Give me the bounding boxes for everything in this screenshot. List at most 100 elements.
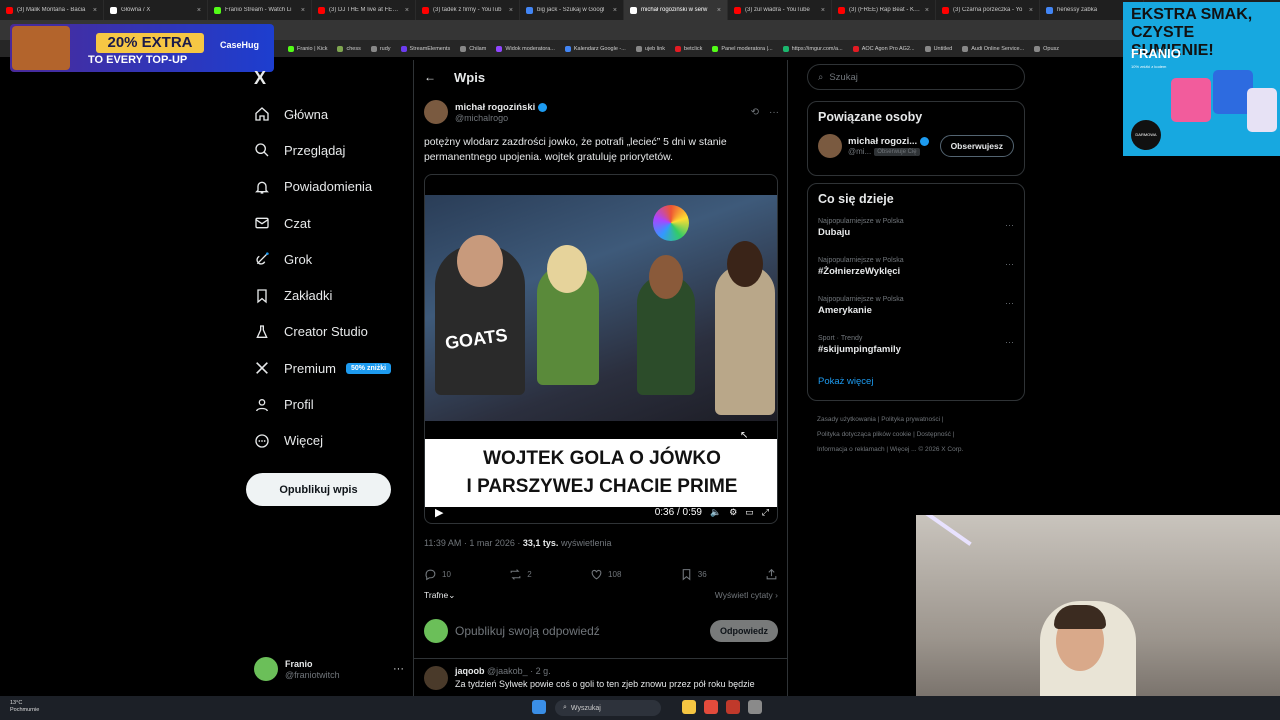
bookmark-item[interactable]: Untitled xyxy=(924,45,952,52)
account-switcher[interactable]: Franio @franiotwitch ··· xyxy=(254,654,404,684)
nav-item-profile[interactable]: Profil xyxy=(246,386,406,422)
bookmark-item[interactable]: Audi Online Service... xyxy=(962,45,1024,52)
more-options-icon[interactable]: ··· xyxy=(769,107,779,118)
browser-tab[interactable]: Franio Stream - Watch Li × xyxy=(208,0,312,20)
back-arrow-icon[interactable]: ← xyxy=(424,70,436,84)
trend-item[interactable]: Najpopularniejsze w Polska #ŻołnierzeWyk… xyxy=(808,253,1024,292)
close-tab-icon[interactable]: × xyxy=(405,7,409,14)
browser-tab[interactable]: big jack - Szukaj w Googl × xyxy=(520,0,624,20)
volume-icon[interactable]: 🔈 xyxy=(710,507,721,518)
nav-item-chat[interactable]: Czat xyxy=(246,205,406,241)
nav-item-bookmarks[interactable]: Zakładki xyxy=(246,277,406,313)
footer-link[interactable]: Dostępność xyxy=(917,431,951,438)
reply-item[interactable]: jaqoob @jaakob_ · 2 g. Za tydzień Sylwek… xyxy=(424,666,784,690)
post-timestamp[interactable]: 11:39 AM · 1 mar 2026 · xyxy=(424,538,520,548)
related-person[interactable]: michał rogozi... @mi... Obserwuje Cię Obs… xyxy=(808,132,1024,166)
app-icon[interactable] xyxy=(726,700,740,714)
more-options-icon[interactable]: ··· xyxy=(1005,259,1014,269)
settings-icon[interactable]: ⚙ xyxy=(729,507,737,518)
view-quotes-link[interactable]: Wyświetl cytaty › xyxy=(715,590,778,601)
close-tab-icon[interactable]: × xyxy=(1029,7,1033,14)
bookmark-item[interactable]: https://imgur.com/a... xyxy=(782,45,843,52)
browser-tab[interactable]: michał rogoziński w serw × xyxy=(624,0,728,20)
close-tab-icon[interactable]: × xyxy=(509,7,513,14)
post-button[interactable]: Opublikuj wpis xyxy=(246,473,391,506)
browser-tab[interactable]: (3) Czarna porzeczka - Yo × xyxy=(936,0,1040,20)
trend-item[interactable]: Sport · Trendy #skijumpingfamily ··· xyxy=(808,331,1024,370)
browser-tab[interactable]: (3) (FREE) Rap Beat - Killa × xyxy=(832,0,936,20)
weather-widget[interactable]: 13°C Pochmurnie xyxy=(10,700,39,714)
close-tab-icon[interactable]: × xyxy=(717,7,721,14)
x-logo-icon[interactable]: X xyxy=(254,68,266,89)
bookmark-button[interactable]: 36 xyxy=(680,568,707,581)
picture-in-picture-icon[interactable]: ▭ xyxy=(745,507,754,518)
trend-item[interactable]: Najpopularniejsze w Polska Amerykanie ··… xyxy=(808,292,1024,331)
close-tab-icon[interactable]: × xyxy=(93,7,97,14)
avatar[interactable] xyxy=(424,666,448,690)
close-tab-icon[interactable]: × xyxy=(197,7,201,14)
nav-item-notifications[interactable]: Powiadomienia xyxy=(246,169,406,205)
following-button[interactable]: Obserwujesz xyxy=(939,135,1014,157)
taskbar-search-input[interactable]: ⌕ Wyszukaj xyxy=(555,700,661,716)
bookmark-item[interactable]: Opusz xyxy=(1034,45,1059,52)
nav-item-creator-studio[interactable]: Creator Studio xyxy=(246,314,406,350)
bookmark-item[interactable]: ujeb link xyxy=(635,45,665,52)
footer-link[interactable]: Informacja o reklamach xyxy=(817,446,885,453)
start-icon[interactable] xyxy=(532,700,546,714)
chrome-icon[interactable] xyxy=(704,700,718,714)
fullscreen-icon[interactable]: ⤢ xyxy=(762,507,769,518)
grok-explain-icon[interactable]: ⟲ xyxy=(751,107,759,118)
nav-item-explore[interactable]: Przeglądaj xyxy=(246,132,406,168)
bookmark-item[interactable]: StreamElements xyxy=(400,45,450,52)
bookmark-item[interactable]: Panel moderatora |... xyxy=(712,45,773,52)
bookmark-item[interactable]: Franio | Kick xyxy=(288,45,327,52)
nav-item-home[interactable]: Główna xyxy=(246,96,406,132)
footer-link[interactable]: Polityka prywatności xyxy=(881,416,940,423)
sort-dropdown[interactable]: Trafne⌄ xyxy=(424,590,455,601)
like-button[interactable]: 108 xyxy=(590,568,621,581)
bookmark-favicon-icon xyxy=(564,45,571,52)
bookmark-item[interactable]: Kalendarz Google -... xyxy=(564,45,626,52)
browser-tab[interactable]: (3) zul wiadra - YouTube × xyxy=(728,0,832,20)
footer-link[interactable]: Zasady użytkowania xyxy=(817,416,876,423)
bookmark-item[interactable]: Widok moderatora... xyxy=(496,45,555,52)
play-icon[interactable]: ▶ xyxy=(435,506,443,519)
reply-button[interactable]: 10 xyxy=(424,568,451,581)
browser-tab[interactable]: (3) Malik Montana - Bacia × xyxy=(0,0,104,20)
nav-item-grok[interactable]: Grok xyxy=(246,241,406,277)
browser-tab[interactable]: Główna / X × xyxy=(104,0,208,20)
bookmark-item[interactable]: chess xyxy=(337,45,361,52)
share-button[interactable] xyxy=(765,568,778,581)
show-more-link[interactable]: Pokaż więcej xyxy=(808,370,1024,397)
more-dots-icon[interactable]: ··· xyxy=(393,663,404,675)
more-options-icon[interactable]: ··· xyxy=(1005,337,1014,347)
nav-item-premium[interactable]: Premium 50% zniżki xyxy=(246,350,406,386)
nav-item-more[interactable]: Więcej xyxy=(246,423,406,459)
close-tab-icon[interactable]: × xyxy=(301,7,305,14)
more-options-icon[interactable]: ··· xyxy=(1005,298,1014,308)
trend-item[interactable]: Najpopularniejsze w Polska Dubaju ··· xyxy=(808,214,1024,253)
footer-link[interactable]: Więcej ... xyxy=(890,446,917,453)
bookmark-item[interactable]: betclick xyxy=(675,45,702,52)
bookmark-item[interactable]: AOC Agon Pro AG2... xyxy=(852,45,915,52)
search-input[interactable]: ⌕ Szukaj xyxy=(807,64,1025,90)
nav-item-label: Creator Studio xyxy=(284,324,368,340)
video-player[interactable]: GOATS WOJTEK GOLA O JÓWKO I PARSZYWEJ CH… xyxy=(424,174,778,524)
browser-tab[interactable]: (3) DJ THE M live at FESTI × xyxy=(312,0,416,20)
more-options-icon[interactable]: ··· xyxy=(1005,220,1014,230)
repost-button[interactable]: 2 xyxy=(509,568,532,581)
close-tab-icon[interactable]: × xyxy=(821,7,825,14)
app-icon[interactable] xyxy=(748,700,762,714)
browser-tab[interactable]: (3) tadek z firmy - YouTub × xyxy=(416,0,520,20)
reply-input[interactable]: Opublikuj swoją odpowiedź xyxy=(455,624,600,638)
reply-submit-button[interactable]: Odpowiedz xyxy=(710,620,778,642)
author-name-row[interactable]: michał rogoziński xyxy=(455,102,548,113)
bookmark-item[interactable]: rudy xyxy=(370,45,391,52)
avatar[interactable] xyxy=(424,100,448,124)
footer-link[interactable]: Polityka dotycząca plików cookie xyxy=(817,431,911,438)
close-tab-icon[interactable]: × xyxy=(613,7,617,14)
file-explorer-icon[interactable] xyxy=(682,700,696,714)
bookmark-item[interactable]: Chilam xyxy=(460,45,486,52)
tab-title: michał rogoziński w serw xyxy=(641,7,708,13)
close-tab-icon[interactable]: × xyxy=(925,7,929,14)
